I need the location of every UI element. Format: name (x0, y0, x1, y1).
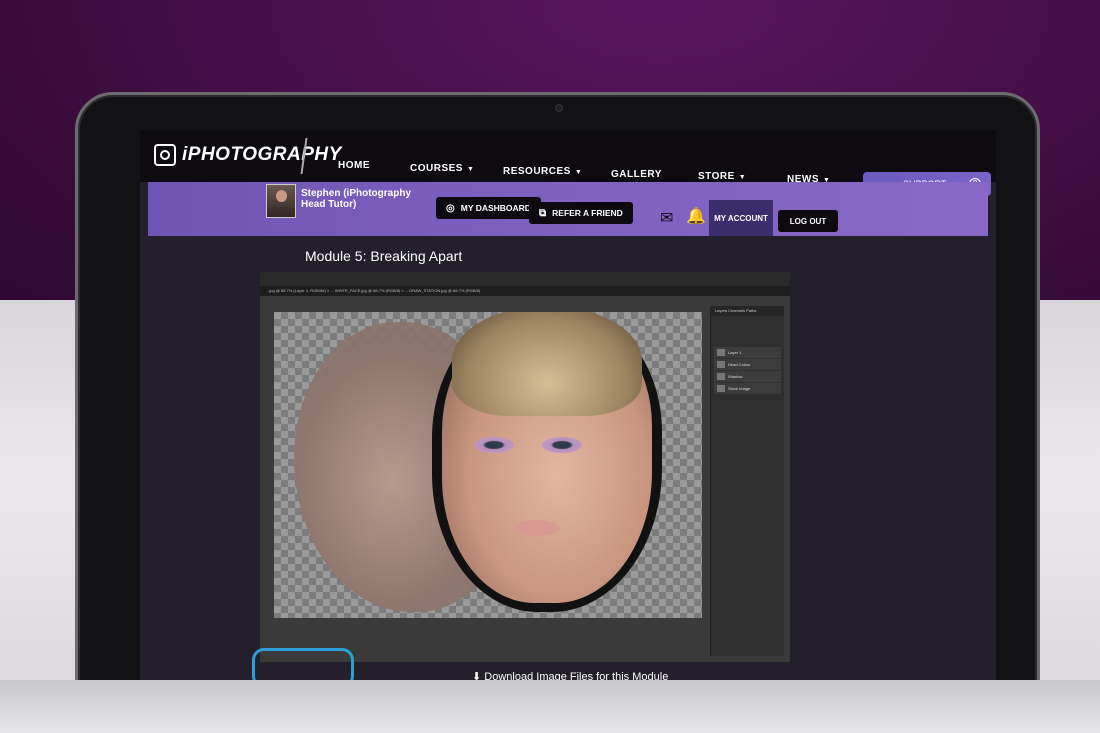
layer-row: Stock Image (714, 383, 781, 394)
chevron-down-icon: ▼ (466, 166, 475, 173)
module-title: Module 5: Breaking Apart (305, 248, 463, 264)
layer-row: Layer 1 (714, 347, 781, 358)
nav-home[interactable]: HOME (338, 160, 370, 171)
logo-text: iPHOTOGRAPHY (182, 144, 342, 165)
nav-store[interactable]: STORE ▼ (698, 171, 746, 182)
user-bar: Stephen (iPhotography Head Tutor) ◎ MY D… (148, 182, 988, 236)
hair (452, 312, 642, 416)
nav-courses[interactable]: COURSES ▼ (410, 163, 474, 174)
editor-document-tabs: ...jpg @ 66.7% (Layer 1, RGB/8#) × ... W… (260, 286, 790, 296)
user-name: Stephen (iPhotography Head Tutor) (301, 188, 411, 210)
refer-a-friend-label: REFER A FRIEND (552, 208, 623, 218)
right-eye (542, 437, 582, 453)
left-eye (474, 437, 514, 453)
my-dashboard-button[interactable]: ◎ MY DASHBOARD (436, 197, 541, 219)
mail-icon[interactable]: ✉ (660, 208, 673, 228)
layer-row: Head Colour (714, 359, 781, 370)
refer-icon: ⧉ (539, 207, 547, 219)
layers-panel-tabs: Layers Channels Paths (711, 306, 784, 316)
editor-toolbar (260, 272, 790, 286)
nav-gallery[interactable]: GALLERY (611, 169, 662, 180)
avatar[interactable] (266, 184, 296, 218)
logout-button[interactable]: LOG OUT (778, 210, 838, 232)
site-logo[interactable]: iPHOTOGRAPHY (154, 144, 342, 166)
lips (514, 520, 560, 536)
bell-icon[interactable]: 🔔 (686, 206, 706, 226)
my-account-button[interactable]: MY ACCOUNT (709, 200, 773, 236)
tutorial-image-editor-screenshot: ...jpg @ 66.7% (Layer 1, RGB/8#) × ... W… (260, 272, 790, 662)
logo-icon (154, 144, 176, 166)
layers-panel: Layers Channels Paths Layer 1 Head Colou… (710, 306, 784, 656)
laptop-base (0, 680, 1100, 733)
chevron-down-icon: ▼ (738, 174, 747, 181)
my-dashboard-label: MY DASHBOARD (460, 203, 531, 213)
layer-row: Shadow (714, 371, 781, 382)
refer-a-friend-button[interactable]: ⧉ REFER A FRIEND (529, 202, 633, 224)
webcam (555, 104, 563, 112)
editor-canvas (274, 312, 702, 618)
dashboard-icon: ◎ (446, 202, 455, 214)
nav-resources[interactable]: RESOURCES ▼ (503, 166, 582, 177)
chevron-down-icon: ▼ (574, 169, 583, 176)
browser-screen: iPHOTOGRAPHY HOME COURSES ▼ RESOURCES ▼ GA… (140, 130, 996, 733)
